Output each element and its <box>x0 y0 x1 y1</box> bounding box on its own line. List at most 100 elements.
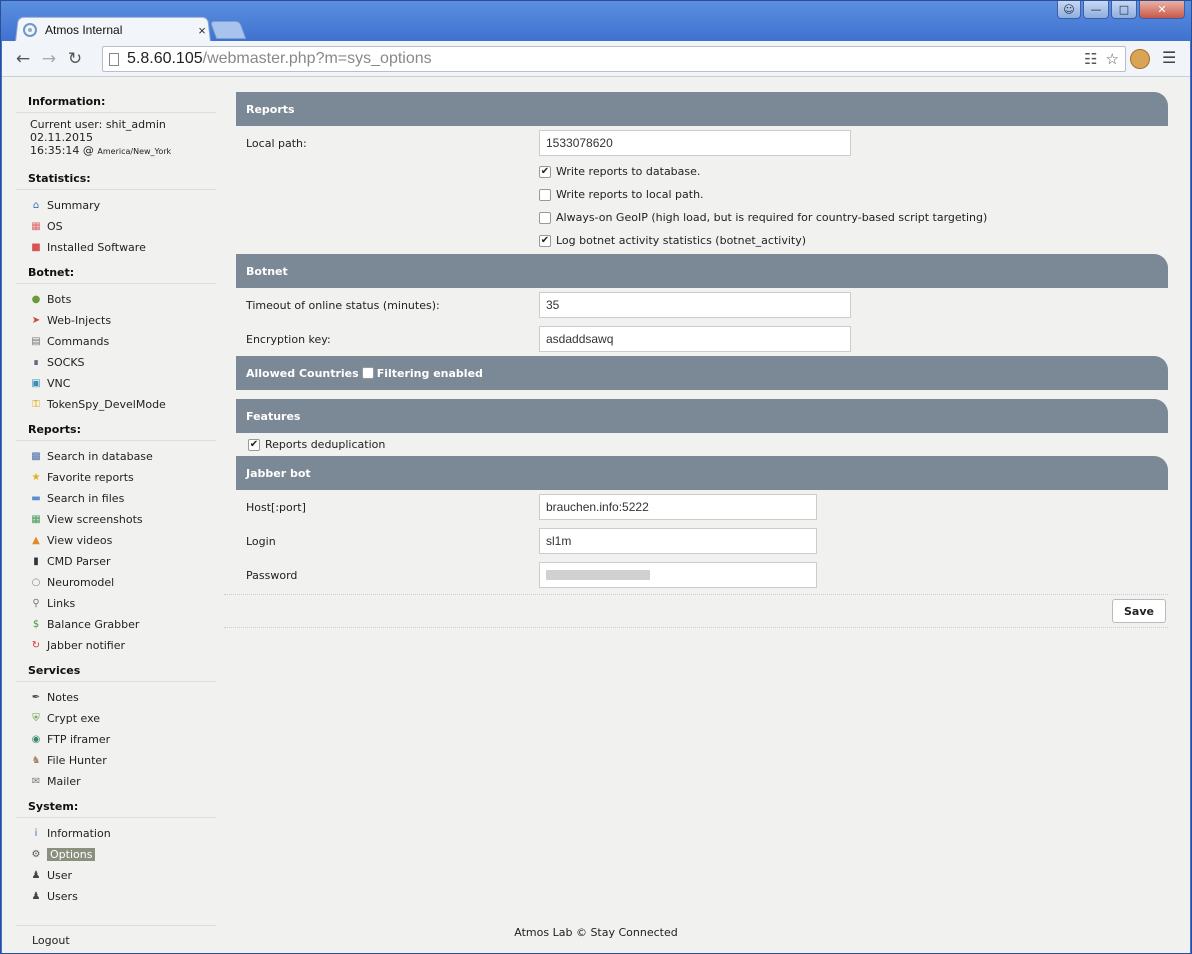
sidebar-item-label: Users <box>47 890 78 903</box>
sidebar-item-information[interactable]: i Information <box>16 823 216 844</box>
report-option-checkbox[interactable]: ✔ <box>539 234 551 247</box>
star-icon: ★ <box>31 471 41 483</box>
report-option-row: ✔ Write reports to database. <box>236 160 1168 183</box>
sidebar-item-web-injects[interactable]: ➤ Web-Injects <box>16 310 216 331</box>
sidebar-item-label: Options <box>47 848 96 861</box>
sidebar-item-user[interactable]: ♟ User <box>16 865 216 886</box>
translate-icon[interactable]: ☷ <box>1084 50 1097 68</box>
new-tab-button[interactable] <box>209 21 247 39</box>
timeout-label: Timeout of online status (minutes): <box>246 298 440 312</box>
profile-button[interactable]: ☺ <box>1057 1 1081 19</box>
sidebar-item-installed-software[interactable]: ■ Installed Software <box>16 237 216 258</box>
reports-checkboxes: ✔ Write reports to database. Write reports… <box>236 160 1168 252</box>
dollar-icon: $ <box>32 618 40 630</box>
report-option-checkbox[interactable]: ✔ <box>539 165 551 178</box>
sidebar-item-users[interactable]: ♟ Users <box>16 886 216 907</box>
sidebar-item-file-hunter[interactable]: ♞ File Hunter <box>16 750 216 771</box>
forward-button[interactable]: → <box>36 46 62 72</box>
url-host: 5.8.60.105 <box>127 50 203 67</box>
mail-icon: ✉ <box>31 775 41 787</box>
sidebar-item-crypt-exe[interactable]: ⛨ Crypt exe <box>16 708 216 729</box>
user-icon: ♟ <box>31 869 41 881</box>
reports-deduplication-checkbox[interactable]: ✔ <box>248 438 260 451</box>
sidebar-item-tokenspy-develmode[interactable]: ⚿ TokenSpy_DevelMode <box>16 394 216 415</box>
sidebar-item-notes[interactable]: ✒ Notes <box>16 687 216 708</box>
tab-title: Atmos Internal <box>45 23 123 37</box>
sidebar-item-favorite-reports[interactable]: ★ Favorite reports <box>16 467 216 488</box>
sidebar-item-options[interactable]: ⚙ Options <box>16 844 216 865</box>
save-button[interactable]: Save <box>1112 599 1166 623</box>
sidebar-item-links[interactable]: ⚲ Links <box>16 593 216 614</box>
close-window-button[interactable]: ✕ <box>1139 1 1185 19</box>
reports-deduplication-label: Reports deduplication <box>265 438 386 451</box>
sidebar-item-ftp-iframer[interactable]: ◉ FTP iframer <box>16 729 216 750</box>
sidebar-item-mailer[interactable]: ✉ Mailer <box>16 771 216 792</box>
services-heading: Services <box>16 660 216 682</box>
report-option-row: Always-on GeoIP (high load, but is requi… <box>236 206 1168 229</box>
password-mask <box>546 570 650 580</box>
report-option-label: Write reports to database. <box>556 165 701 178</box>
sidebar-item-search-in-files[interactable]: ▬ Search in files <box>16 488 216 509</box>
jabber-login-input[interactable]: sl1m <box>539 528 817 554</box>
software-icon: ■ <box>31 241 41 253</box>
maximize-button[interactable]: □ <box>1111 1 1137 19</box>
sidebar-item-label: Favorite reports <box>47 471 134 484</box>
jabber-host-row: Host[:port] brauchen.info:5222 <box>236 490 1168 524</box>
sidebar-item-view-screenshots[interactable]: ▦ View screenshots <box>16 509 216 530</box>
reload-button[interactable]: ↻ <box>62 46 88 72</box>
sidebar-item-os[interactable]: ▦ OS <box>16 216 216 237</box>
report-option-checkbox[interactable] <box>539 211 551 224</box>
local-path-row: Local path: 1533078620 <box>236 126 1168 160</box>
timeout-input[interactable]: 35 <box>539 292 851 318</box>
encryption-key-input[interactable]: asdaddsawq <box>539 326 851 352</box>
sidebar-item-neuromodel[interactable]: ○ Neuromodel <box>16 572 216 593</box>
statistics-heading: Statistics: <box>16 168 216 190</box>
local-path-input[interactable]: 1533078620 <box>539 130 851 156</box>
sidebar-item-label: Jabber notifier <box>47 639 126 652</box>
sidebar-item-jabber-notifier[interactable]: ↻ Jabber notifier <box>16 635 216 656</box>
options-form: Reports Local path: 1533078620 ✔ Write re… <box>236 92 1168 592</box>
database-icon: ▩ <box>31 450 41 462</box>
key-icon: ⚿ <box>32 398 40 410</box>
cookie-extension-icon[interactable] <box>1130 49 1150 69</box>
chrome-menu-icon[interactable]: ☰ <box>1162 50 1178 66</box>
browser-tab-content[interactable]: Atmos Internal × <box>23 20 209 40</box>
address-bar[interactable]: 5.8.60.105/webmaster.php?m=sys_options ☷… <box>102 46 1126 72</box>
information-heading: Information: <box>16 91 216 113</box>
sidebar-item-label: CMD Parser <box>47 555 111 568</box>
sidebar-item-cmd-parser[interactable]: ▮ CMD Parser <box>16 551 216 572</box>
system-nav: i Information ⚙ Options ♟ User ♟ Users <box>16 823 216 907</box>
folder-icon: ▬ <box>31 492 41 504</box>
tab-close-icon[interactable]: × <box>195 23 209 38</box>
bookmark-star-icon[interactable]: ☆ <box>1106 50 1119 68</box>
sidebar-item-search-in-database[interactable]: ▩ Search in database <box>16 446 216 467</box>
sidebar-item-socks[interactable]: ∎ SOCKS <box>16 352 216 373</box>
sidebar-item-label: FTP iframer <box>47 733 111 746</box>
back-button[interactable]: ← <box>10 46 36 72</box>
sidebar-item-view-videos[interactable]: ▲ View videos <box>16 530 216 551</box>
jabber-login-row: Login sl1m <box>236 524 1168 558</box>
sidebar-item-commands[interactable]: ▤ Commands <box>16 331 216 352</box>
reports-panel-title: Reports <box>236 92 1168 126</box>
sidebar-item-label: OS <box>47 220 63 233</box>
sidebar-item-label: File Hunter <box>47 754 107 767</box>
jabber-host-input[interactable]: brauchen.info:5222 <box>539 494 817 520</box>
tab-favicon-icon <box>23 23 37 37</box>
sidebar-item-label: View videos <box>47 534 113 547</box>
report-option-checkbox[interactable] <box>539 188 551 201</box>
jabber-password-row: Password <box>236 558 1168 592</box>
sidebar-item-label: User <box>47 869 73 882</box>
jabber-password-input[interactable] <box>539 562 817 588</box>
report-option-row: Write reports to local path. <box>236 183 1168 206</box>
browser-window: Atmos Internal × ☺ — □ ✕ ← → ↻ 5.8.60.10… <box>0 0 1192 954</box>
vnc-icon: ▣ <box>31 377 41 389</box>
sidebar-item-summary[interactable]: ⌂ Summary <box>16 195 216 216</box>
sidebar-item-bots[interactable]: ● Bots <box>16 289 216 310</box>
sidebar-item-balance-grabber[interactable]: $ Balance Grabber <box>16 614 216 635</box>
filtering-enabled-checkbox[interactable] <box>361 367 374 379</box>
tab-bar: Atmos Internal × ☺ — □ ✕ <box>1 1 1191 42</box>
browser-toolbar: ← → ↻ 5.8.60.105/webmaster.php?m=sys_opt… <box>2 41 1190 77</box>
sidebar-item-vnc[interactable]: ▣ VNC <box>16 373 216 394</box>
sidebar-item-label: Neuromodel <box>47 576 115 589</box>
minimize-button[interactable]: — <box>1083 1 1109 19</box>
